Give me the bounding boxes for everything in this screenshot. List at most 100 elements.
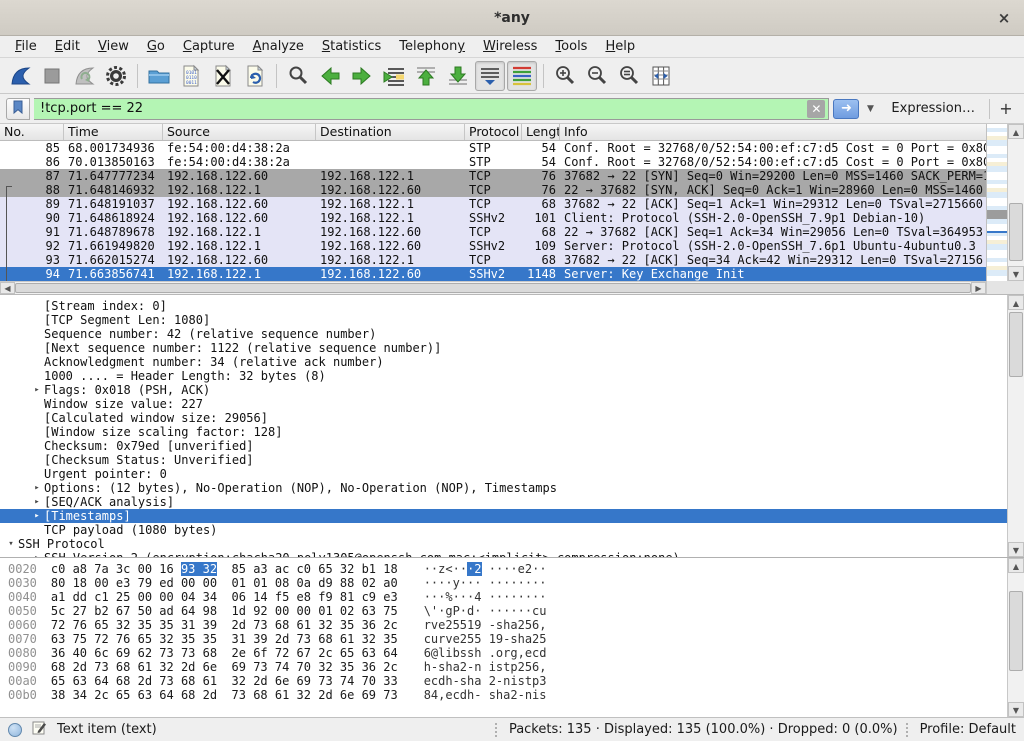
column-header-no[interactable]: No. <box>0 124 64 140</box>
scroll-up-icon[interactable]: ▲ <box>1008 295 1024 310</box>
menu-statistics[interactable]: Statistics <box>313 37 390 56</box>
hex-row-0030[interactable]: 003080 18 00 e3 79 ed 00 00 01 01 08 0a … <box>8 576 1007 590</box>
scroll-down-icon[interactable]: ▼ <box>1008 542 1024 557</box>
packet-row-91[interactable]: 9171.648789678192.168.122.1192.168.122.6… <box>0 225 986 239</box>
hscroll-thumb[interactable] <box>15 283 971 293</box>
menu-wireless[interactable]: Wireless <box>474 37 546 56</box>
add-filter-button[interactable]: + <box>994 99 1018 118</box>
column-header-info[interactable]: Info <box>560 124 986 140</box>
detail-row[interactable]: [Calculated window size: 29056] <box>0 411 1007 425</box>
scroll-down-icon[interactable]: ▼ <box>1008 266 1024 281</box>
detail-row[interactable]: Sequence number: 42 (relative sequence n… <box>0 327 1007 341</box>
hex-row-0050[interactable]: 00505c 27 b2 67 50 ad 64 98 1d 92 00 00 … <box>8 604 1007 618</box>
filter-clear-icon[interactable]: ✕ <box>807 100 825 118</box>
vscroll-thumb[interactable] <box>1009 591 1023 671</box>
menu-telephony[interactable]: Telephony <box>390 37 474 56</box>
detail-row[interactable]: [Checksum Status: Unverified] <box>0 453 1007 467</box>
packet-row-93[interactable]: 9371.662015274192.168.122.60192.168.122.… <box>0 253 986 267</box>
detail-row[interactable]: Checksum: 0x79ed [unverified] <box>0 439 1007 453</box>
column-header-source[interactable]: Source <box>163 124 316 140</box>
detail-row[interactable]: 1000 .... = Header Length: 32 bytes (8) <box>0 369 1007 383</box>
detail-row[interactable]: ▸Options: (12 bytes), No-Operation (NOP)… <box>0 481 1007 495</box>
detail-row[interactable]: [Stream index: 0] <box>0 299 1007 313</box>
vscroll-thumb[interactable] <box>1009 312 1023 377</box>
go-to-packet-button[interactable] <box>379 61 409 91</box>
go-back-button[interactable] <box>315 61 345 91</box>
zoom-in-button[interactable] <box>550 61 580 91</box>
zoom-out-button[interactable] <box>582 61 612 91</box>
hex-dump[interactable]: 0020c0 a8 7a 3c 00 16 93 32 85 a3 ac c0 … <box>0 558 1007 717</box>
expander-down-icon[interactable]: ▾ <box>4 537 18 551</box>
colorize-toggle[interactable] <box>507 61 537 91</box>
hex-row-0090[interactable]: 009068 2d 73 68 61 32 2d 6e 69 73 74 70 … <box>8 660 1007 674</box>
annotate-icon[interactable] <box>32 720 47 739</box>
detail-row[interactable]: ▸[Timestamps] <box>0 509 1007 523</box>
go-forward-button[interactable] <box>347 61 377 91</box>
hex-row-00a0[interactable]: 00a065 63 64 68 2d 73 68 61 32 2d 6e 69 … <box>8 674 1007 688</box>
scroll-up-icon[interactable]: ▲ <box>1008 558 1024 573</box>
detail-row[interactable]: [Next sequence number: 1122 (relative se… <box>0 341 1007 355</box>
bytes-vscrollbar[interactable]: ▲ ▼ <box>1007 558 1024 717</box>
column-header-time[interactable]: Time <box>64 124 163 140</box>
packet-minimap[interactable] <box>986 124 1007 281</box>
menu-capture[interactable]: Capture <box>174 37 244 56</box>
detail-row[interactable]: Window size value: 227 <box>0 397 1007 411</box>
packet-row-92[interactable]: 9271.661949820192.168.122.1192.168.122.6… <box>0 239 986 253</box>
close-icon[interactable]: × <box>994 8 1014 28</box>
packet-row-94[interactable]: 9471.663856741192.168.122.1192.168.122.6… <box>0 267 986 281</box>
expert-info-icon[interactable] <box>8 723 22 737</box>
detail-row[interactable]: TCP payload (1080 bytes) <box>0 523 1007 537</box>
detail-row[interactable]: Acknowledgment number: 34 (relative ack … <box>0 355 1007 369</box>
detail-row[interactable]: Urgent pointer: 0 <box>0 467 1007 481</box>
scroll-down-icon[interactable]: ▼ <box>1008 702 1024 717</box>
menu-file[interactable]: File <box>6 37 46 56</box>
stop-capture-button[interactable] <box>37 61 67 91</box>
hex-row-0070[interactable]: 007063 75 72 76 65 32 35 35 31 39 2d 73 … <box>8 632 1007 646</box>
open-file-button[interactable] <box>144 61 174 91</box>
expression-button[interactable]: Expression… <box>881 101 985 116</box>
menu-help[interactable]: Help <box>596 37 644 56</box>
expander-right-icon[interactable]: ▸ <box>30 509 44 523</box>
go-last-button[interactable] <box>443 61 473 91</box>
menu-analyze[interactable]: Analyze <box>244 37 313 56</box>
expander-right-icon[interactable]: ▸ <box>30 383 44 397</box>
menu-edit[interactable]: Edit <box>46 37 89 56</box>
hex-row-0080[interactable]: 008036 40 6c 69 62 73 73 68 2e 6f 72 67 … <box>8 646 1007 660</box>
detail-row[interactable]: [Window size scaling factor: 128] <box>0 425 1007 439</box>
filter-apply-button[interactable]: ➜ <box>833 99 859 119</box>
vscroll-thumb[interactable] <box>1009 203 1023 261</box>
start-capture-button[interactable] <box>5 61 35 91</box>
detail-row[interactable]: ▸SSH Version 2 (encryption:chacha20-poly… <box>0 551 1007 557</box>
menu-view[interactable]: View <box>89 37 138 56</box>
detail-row[interactable]: ▸Flags: 0x018 (PSH, ACK) <box>0 383 1007 397</box>
detail-row[interactable]: ▾SSH Protocol <box>0 537 1007 551</box>
reload-file-button[interactable] <box>240 61 270 91</box>
expander-right-icon[interactable]: ▸ <box>30 495 44 509</box>
scroll-up-icon[interactable]: ▲ <box>1008 124 1024 139</box>
packet-row-86[interactable]: 8670.013850163fe:54:00:d4:38:2aSTP54Conf… <box>0 155 986 169</box>
hex-row-00b0[interactable]: 00b038 34 2c 65 63 64 68 2d 73 68 61 32 … <box>8 688 1007 702</box>
find-packet-button[interactable] <box>283 61 313 91</box>
save-file-button[interactable]: 010101100011 <box>176 61 206 91</box>
column-header-protocol[interactable]: Protocol <box>465 124 522 140</box>
packet-row-87[interactable]: 8771.647777234192.168.122.60192.168.122.… <box>0 169 986 183</box>
resize-columns-button[interactable] <box>646 61 676 91</box>
column-header-length[interactable]: Length <box>522 124 560 140</box>
capture-options-button[interactable] <box>101 61 131 91</box>
packet-list-hscrollbar[interactable]: ◀ ▶ <box>0 281 986 294</box>
scroll-right-icon[interactable]: ▶ <box>971 282 986 294</box>
expander-right-icon[interactable]: ▸ <box>30 551 44 557</box>
filter-dropdown-icon[interactable]: ▼ <box>863 99 877 119</box>
filter-bookmark-button[interactable] <box>6 98 30 120</box>
menu-tools[interactable]: Tools <box>546 37 596 56</box>
packet-list-vscrollbar[interactable]: ▲ ▼ <box>1007 124 1024 281</box>
scroll-left-icon[interactable]: ◀ <box>0 282 15 294</box>
packet-row-89[interactable]: 8971.648191037192.168.122.60192.168.122.… <box>0 197 986 211</box>
column-header-destination[interactable]: Destination <box>316 124 465 140</box>
auto-scroll-toggle[interactable] <box>475 61 505 91</box>
packet-row-85[interactable]: 8568.001734936fe:54:00:d4:38:2aSTP54Conf… <box>0 141 986 155</box>
details-vscrollbar[interactable]: ▲ ▼ <box>1007 295 1024 557</box>
hex-row-0020[interactable]: 0020c0 a8 7a 3c 00 16 93 32 85 a3 ac c0 … <box>8 562 1007 576</box>
hex-row-0040[interactable]: 0040a1 dd c1 25 00 00 04 34 06 14 f5 e8 … <box>8 590 1007 604</box>
close-file-button[interactable] <box>208 61 238 91</box>
